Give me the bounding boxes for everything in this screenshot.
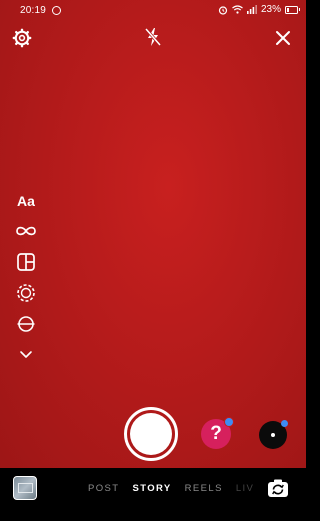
close-icon[interactable] <box>275 30 291 46</box>
question-badge <box>224 417 234 427</box>
alarm-icon <box>218 5 228 15</box>
status-bar: 20:19 23% <box>0 0 306 22</box>
dashed-circle-icon <box>17 284 35 302</box>
level-button[interactable] <box>12 313 40 335</box>
gallery-thumbnail[interactable] <box>13 476 37 500</box>
infinity-icon <box>16 226 36 236</box>
tab-story[interactable]: STORY <box>132 483 171 494</box>
effect-badge <box>281 420 288 427</box>
boomerang-button[interactable] <box>12 220 40 242</box>
settings-gear-icon[interactable] <box>12 28 32 48</box>
question-mark-icon: ? <box>210 423 222 444</box>
effect-icon <box>271 433 275 437</box>
mode-tabs: POST STORY REELS LIV <box>88 483 254 494</box>
chevron-down-icon <box>20 351 32 358</box>
effect-button[interactable] <box>259 420 288 449</box>
layout-button[interactable] <box>12 251 40 273</box>
create-mode-button[interactable]: Aa <box>12 190 40 212</box>
signal-icon <box>246 5 257 14</box>
battery-icon <box>285 5 300 14</box>
capture-button-inner <box>130 413 172 455</box>
bottom-bar <box>0 468 306 521</box>
superzoom-button[interactable] <box>12 282 40 304</box>
more-tools-button[interactable] <box>12 343 40 365</box>
battery-level <box>287 7 289 12</box>
flash-off-icon[interactable] <box>144 27 162 47</box>
notification-icon <box>52 6 61 15</box>
status-indicators: 23% <box>218 4 300 15</box>
create-mode-label: Aa <box>17 193 35 209</box>
wifi-icon <box>232 5 243 14</box>
camera-viewfinder[interactable]: 20:19 23% Aa ? <box>0 0 306 468</box>
layout-grid-icon <box>17 253 35 271</box>
battery-percent: 23% <box>260 4 281 15</box>
thumbnail-preview <box>18 483 33 493</box>
tab-post[interactable]: POST <box>88 483 119 494</box>
question-sticker-button[interactable]: ? <box>201 417 234 449</box>
tab-reels[interactable]: REELS <box>185 483 223 494</box>
status-time: 20:19 <box>20 5 47 16</box>
level-circle-icon <box>17 316 35 332</box>
capture-button[interactable] <box>124 407 178 461</box>
tab-live[interactable]: LIV <box>236 483 254 494</box>
flip-camera-icon[interactable] <box>267 478 289 498</box>
